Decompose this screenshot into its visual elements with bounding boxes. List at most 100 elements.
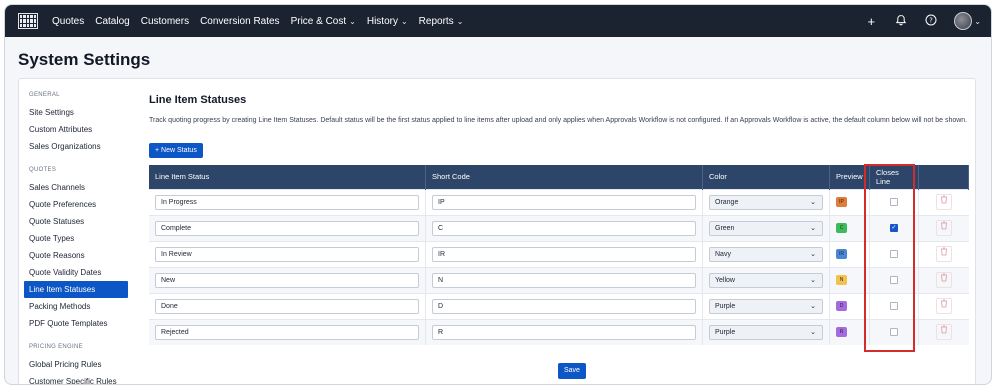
sidebar-item-quote-statuses[interactable]: Quote Statuses [19, 213, 137, 230]
sidebar-item-line-item-statuses[interactable]: Line Item Statuses [24, 281, 128, 298]
nav-item-reports[interactable]: Reports ⌄ [419, 16, 464, 27]
chevron-down-icon: ⌄ [810, 302, 816, 310]
column-header: Short Code [425, 165, 703, 189]
table-row: Rejected R Purple ⌄ R [149, 318, 969, 345]
nav-right-actions: + ? ⌄ [864, 5, 981, 37]
status-name-input[interactable]: New [155, 272, 419, 288]
sidebar-item-quote-validity-dates[interactable]: Quote Validity Dates [19, 264, 137, 281]
sidebar-item-sales-channels[interactable]: Sales Channels [19, 179, 137, 196]
short-code-input[interactable]: N [432, 272, 696, 288]
page-title: System Settings [18, 50, 151, 69]
color-select[interactable]: Purple ⌄ [709, 324, 823, 340]
nav-item-label: Conversion Rates [200, 15, 280, 27]
status-name-input[interactable]: In Review [155, 246, 419, 262]
sidebar-item-quote-reasons[interactable]: Quote Reasons [19, 247, 137, 264]
nav-item-label: History [366, 15, 398, 27]
nav-item-price-cost[interactable]: Price & Cost ⌄ [291, 16, 356, 27]
section-description: Track quoting progress by creating Line … [149, 117, 968, 124]
save-button[interactable]: Save [558, 363, 586, 379]
trash-icon[interactable] [935, 220, 952, 236]
color-select[interactable]: Orange ⌄ [709, 194, 823, 210]
short-code-input[interactable]: D [432, 298, 696, 314]
trash-icon[interactable] [935, 194, 952, 210]
chevron-down-icon: ⌄ [810, 250, 816, 258]
nav-item-label: Reports [418, 15, 454, 27]
new-status-button[interactable]: + New Status [149, 143, 203, 158]
color-cell: Navy ⌄ [702, 240, 830, 267]
settings-card: GENERAL Site Settings Custom Attributes Sal… [18, 78, 976, 384]
color-select[interactable]: Yellow ⌄ [709, 272, 823, 288]
trash-icon[interactable] [935, 298, 952, 314]
nav-item-customers[interactable]: Customers [141, 16, 189, 27]
color-select-value: Navy [715, 250, 731, 258]
app-window: Quotes Catalog Customers Conversion Rates Pr… [4, 4, 992, 385]
actions-cell [918, 318, 969, 345]
user-menu[interactable]: ⌄ [954, 12, 981, 30]
sidebar-item-sales-organizations[interactable]: Sales Organizations [19, 138, 137, 155]
nav-item-history[interactable]: History ⌄ [367, 16, 408, 27]
sidebar-item-customer-specific-rules[interactable]: Customer Specific Rules [19, 373, 137, 384]
status-name-input[interactable]: Done [155, 298, 419, 314]
help-icon[interactable]: ? [924, 14, 938, 29]
short-code-input[interactable]: R [432, 324, 696, 340]
trash-icon[interactable] [935, 324, 952, 341]
nav-item-catalog[interactable]: Catalog [95, 16, 129, 27]
actions-cell [918, 188, 969, 215]
status-preview-chip: C [836, 223, 847, 233]
sidebar-item-pdf-quote-templates[interactable]: PDF Quote Templates [19, 315, 137, 332]
color-cell: Orange ⌄ [702, 188, 830, 215]
avatar[interactable] [954, 12, 973, 30]
sidebar-item-quote-types[interactable]: Quote Types [19, 230, 137, 247]
color-select[interactable]: Green ⌄ [709, 220, 823, 236]
color-select[interactable]: Navy ⌄ [709, 246, 823, 262]
color-cell: Yellow ⌄ [702, 266, 830, 293]
chevron-down-icon: ⌄ [810, 328, 816, 336]
status-cell: Complete [149, 214, 426, 241]
nav-item-conversion-rates[interactable]: Conversion Rates [200, 16, 279, 27]
plus-icon[interactable]: + [864, 14, 878, 29]
actions-cell [918, 292, 969, 319]
short-code-cell: R [425, 318, 703, 345]
short-code-input[interactable]: C [432, 220, 696, 236]
status-cell: Rejected [149, 318, 426, 345]
bell-icon[interactable] [894, 14, 908, 29]
color-select-value: Green [715, 224, 735, 232]
actions-cell [918, 266, 969, 293]
trash-icon[interactable] [935, 246, 952, 262]
sidebar-group-label: PRICING ENGINE [29, 344, 83, 350]
table-header-row: Line Item Status Short Code Color Preview Cl… [149, 165, 970, 189]
column-header: Color [702, 165, 830, 189]
chevron-down-icon: ⌄ [810, 224, 816, 232]
status-preview-chip: R [836, 327, 847, 338]
color-select-value: Purple [715, 328, 736, 336]
status-name-input[interactable]: Rejected [155, 324, 419, 340]
status-name-input[interactable]: In Progress [155, 194, 419, 210]
app-logo-grid-icon[interactable] [18, 13, 38, 29]
nav-item-quotes[interactable]: Quotes [52, 16, 84, 27]
short-code-input[interactable]: IR [432, 246, 696, 262]
table-row: New N Yellow ⌄ N [149, 266, 969, 293]
settings-sidebar: GENERAL Site Settings Custom Attributes Sal… [19, 79, 137, 384]
short-code-input[interactable]: IP [432, 194, 696, 210]
color-select[interactable]: Purple ⌄ [709, 298, 823, 314]
short-code-cell: IR [425, 240, 703, 267]
chevron-down-icon: ⌄ [810, 198, 816, 206]
sidebar-item-custom-attributes[interactable]: Custom Attributes [19, 121, 137, 138]
trash-icon[interactable] [935, 272, 952, 288]
status-preview-chip: IP [836, 197, 847, 207]
sidebar-item-packing-methods[interactable]: Packing Methods [19, 298, 137, 315]
sidebar-item-site-settings[interactable]: Site Settings [19, 104, 137, 121]
color-select-value: Purple [715, 302, 736, 310]
nav-menu: Quotes Catalog Customers Conversion Rates Pr… [52, 16, 474, 27]
short-code-cell: D [425, 292, 703, 319]
color-select-value: Orange [715, 198, 739, 206]
status-cell: In Review [149, 240, 426, 267]
status-name-input[interactable]: Complete [155, 220, 419, 236]
color-cell: Purple ⌄ [702, 292, 830, 319]
actions-cell [918, 214, 969, 241]
sidebar-item-quote-preferences[interactable]: Quote Preferences [19, 196, 137, 213]
status-preview-chip: IR [836, 249, 847, 259]
sidebar-item-global-pricing-rules[interactable]: Global Pricing Rules [19, 356, 137, 373]
status-cell: In Progress [149, 188, 426, 215]
nav-item-label: Price & Cost [290, 15, 347, 27]
